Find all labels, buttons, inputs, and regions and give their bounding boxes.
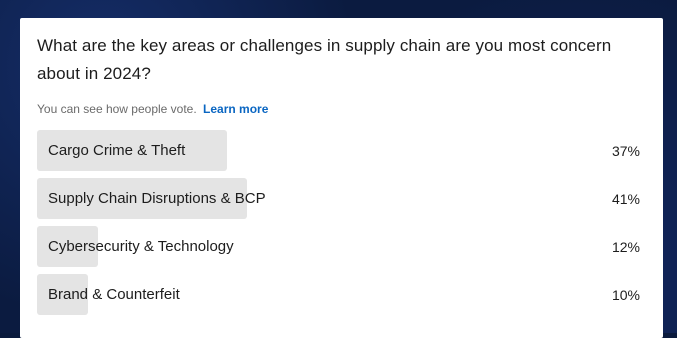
poll-option-label: Brand & Counterfeit — [48, 286, 180, 303]
poll-option-label: Cybersecurity & Technology — [48, 238, 234, 255]
visibility-text: You can see how people vote. — [37, 102, 197, 116]
poll-option-brand-counterfeit[interactable]: Brand & Counterfeit 10% — [37, 274, 646, 315]
poll-option-cargo-crime[interactable]: Cargo Crime & Theft 37% — [37, 130, 646, 171]
poll-card: What are the key areas or challenges in … — [20, 18, 663, 338]
poll-option-percent: 12% — [611, 238, 640, 255]
poll-option-percent: 10% — [611, 286, 640, 303]
poll-option-percent: 41% — [611, 190, 640, 207]
poll-option-cybersecurity[interactable]: Cybersecurity & Technology 12% — [37, 226, 646, 267]
poll-option-label: Supply Chain Disruptions & BCP — [48, 190, 266, 207]
poll-option-percent: 37% — [611, 142, 640, 159]
poll-option-supply-chain[interactable]: Supply Chain Disruptions & BCP 41% — [37, 178, 646, 219]
poll-option-label: Cargo Crime & Theft — [48, 142, 186, 159]
learn-more-link[interactable]: Learn more — [203, 102, 268, 116]
poll-options: Cargo Crime & Theft 37% Supply Chain Dis… — [37, 130, 646, 315]
poll-question: What are the key areas or challenges in … — [37, 36, 612, 83]
poll-visibility-note: You can see how people vote. Learn more — [37, 100, 646, 118]
